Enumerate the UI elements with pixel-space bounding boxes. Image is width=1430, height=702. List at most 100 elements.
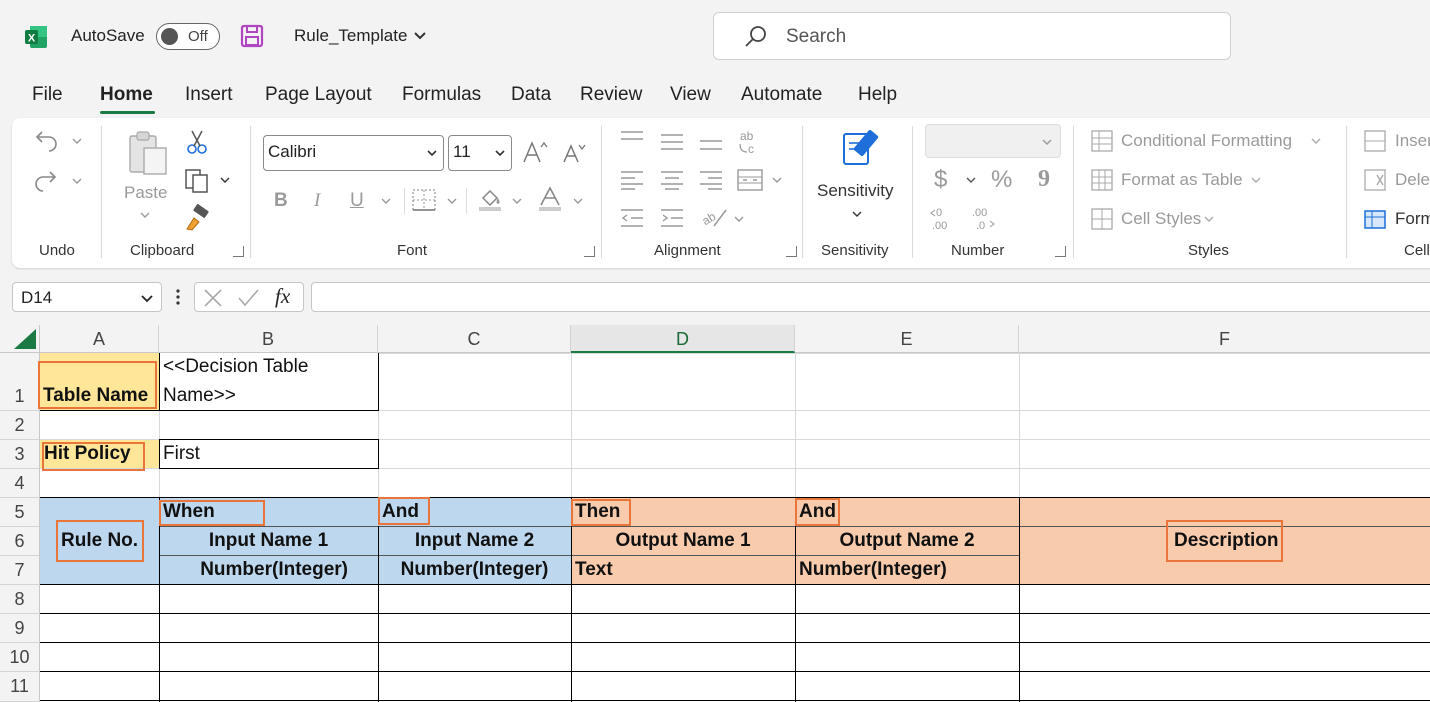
top-align-icon[interactable] — [620, 130, 644, 150]
redo-icon[interactable] — [34, 168, 60, 192]
tab-page-layout[interactable]: Page Layout — [265, 84, 372, 106]
cell-b1-line2[interactable]: Name>> — [163, 385, 236, 407]
column-header-f[interactable]: F — [1019, 325, 1430, 353]
sensitivity-dropdown-icon[interactable] — [852, 211, 862, 217]
cell-f5-description[interactable]: Description — [1174, 530, 1279, 552]
borders-icon[interactable] — [412, 189, 436, 211]
comma-style-button[interactable]: 9 — [1038, 166, 1050, 193]
alignment-launcher-icon[interactable] — [786, 246, 797, 257]
underline-dropdown-icon[interactable] — [381, 198, 391, 204]
column-header-c[interactable]: C — [378, 325, 571, 353]
row-header-7[interactable]: 7 — [0, 556, 40, 585]
sensitivity-button[interactable]: Sensitivity — [817, 181, 894, 201]
cell-c6[interactable]: Input Name 2 — [378, 530, 571, 552]
chevron-down-icon[interactable] — [1311, 138, 1321, 144]
cell-b1-line1[interactable]: <<Decision Table — [163, 356, 308, 378]
tab-formulas[interactable]: Formulas — [402, 84, 481, 106]
tab-automate[interactable]: Automate — [741, 84, 822, 106]
format-painter-icon[interactable] — [184, 204, 210, 231]
conditional-formatting-button[interactable]: Conditional Formatting — [1121, 131, 1292, 151]
row-header-1[interactable]: 1 — [0, 353, 40, 411]
undo-icon[interactable] — [34, 128, 60, 152]
wrap-text-icon[interactable]: ab — [700, 206, 728, 230]
column-header-a[interactable]: A — [40, 325, 159, 353]
cell-d7[interactable]: Text — [575, 559, 613, 581]
cell-c7[interactable]: Number(Integer) — [378, 559, 571, 581]
row-header-11[interactable]: 11 — [0, 672, 40, 702]
bold-button[interactable]: B — [274, 190, 288, 212]
bottom-align-icon[interactable] — [699, 130, 723, 150]
conditional-formatting-icon[interactable] — [1091, 130, 1113, 152]
cell-d6[interactable]: Output Name 1 — [571, 530, 795, 552]
row-header-10[interactable]: 10 — [0, 643, 40, 672]
copy-dropdown-icon[interactable] — [220, 177, 230, 183]
save-icon[interactable] — [240, 24, 264, 48]
cell-e7[interactable]: Number(Integer) — [799, 559, 947, 581]
tab-help[interactable]: Help — [858, 84, 897, 106]
font-color-dropdown-icon[interactable] — [573, 198, 583, 204]
cancel-icon[interactable] — [203, 288, 223, 308]
italic-button[interactable]: I — [314, 190, 320, 212]
row-header-3[interactable]: 3 — [0, 440, 40, 469]
number-format-select[interactable] — [925, 124, 1061, 158]
align-left-icon[interactable] — [620, 170, 644, 190]
paste-label[interactable]: Paste — [124, 183, 167, 203]
copy-icon[interactable] — [184, 168, 210, 194]
cell-a3[interactable]: Hit Policy — [44, 443, 131, 465]
font-color-icon[interactable] — [538, 186, 562, 212]
decrease-font-size-icon[interactable] — [562, 142, 586, 164]
tab-review[interactable]: Review — [580, 84, 642, 106]
wrap-dropdown-icon[interactable] — [734, 216, 744, 222]
format-as-table-button[interactable]: Format as Table — [1121, 170, 1243, 190]
orientation-icon[interactable]: ab c — [738, 128, 764, 156]
column-header-d[interactable]: D — [571, 325, 795, 353]
cell-styles-icon[interactable] — [1091, 208, 1113, 230]
fill-color-dropdown-icon[interactable] — [512, 198, 522, 204]
chevron-down-icon[interactable] — [1204, 216, 1214, 222]
increase-font-size-icon[interactable] — [522, 140, 548, 164]
font-launcher-icon[interactable] — [584, 246, 595, 257]
middle-align-icon[interactable] — [660, 130, 684, 150]
borders-dropdown-icon[interactable] — [447, 198, 457, 204]
decrease-indent-icon[interactable] — [620, 208, 644, 228]
merge-center-icon[interactable] — [737, 168, 763, 192]
align-center-icon[interactable] — [660, 170, 684, 190]
cell-e5-and[interactable]: And — [799, 501, 836, 523]
insert-function-button[interactable]: fx — [275, 284, 290, 309]
tab-view[interactable]: View — [670, 84, 711, 106]
number-launcher-icon[interactable] — [1055, 246, 1066, 257]
column-header-b[interactable]: B — [159, 325, 378, 353]
tab-insert[interactable]: Insert — [185, 84, 233, 106]
cell-e6[interactable]: Output Name 2 — [795, 530, 1019, 552]
font-family-select[interactable]: Calibri — [263, 135, 444, 171]
cell-a1[interactable]: Table Name — [43, 385, 148, 407]
cell-styles-button[interactable]: Cell Styles — [1121, 209, 1201, 229]
redo-dropdown-icon[interactable] — [72, 178, 82, 184]
fill-color-icon[interactable] — [477, 186, 503, 212]
file-name[interactable]: Rule_Template — [294, 26, 407, 46]
cell-c5-and[interactable]: And — [382, 501, 419, 523]
decrease-decimal-icon[interactable]: .00.0 — [970, 205, 998, 232]
undo-dropdown-icon[interactable] — [72, 138, 82, 144]
cell-b3[interactable]: First — [163, 443, 200, 465]
merge-dropdown-icon[interactable] — [772, 177, 782, 183]
tab-home[interactable]: Home — [100, 84, 153, 106]
more-options-icon[interactable] — [176, 288, 180, 306]
column-header-e[interactable]: E — [795, 325, 1019, 353]
increase-indent-icon[interactable] — [660, 208, 684, 228]
paste-dropdown-icon[interactable] — [140, 212, 150, 218]
format-as-table-icon[interactable] — [1091, 169, 1113, 191]
name-box[interactable]: D14 — [12, 282, 162, 312]
row-header-2[interactable]: 2 — [0, 411, 40, 440]
percent-button[interactable]: % — [991, 166, 1012, 194]
insert-cells-button[interactable]: Insert — [1395, 131, 1430, 151]
chevron-down-icon[interactable] — [414, 32, 426, 40]
clipboard-launcher-icon[interactable] — [233, 246, 244, 257]
row-header-9[interactable]: 9 — [0, 614, 40, 643]
cell-d5-then[interactable]: Then — [575, 501, 620, 523]
tab-data[interactable]: Data — [511, 84, 551, 106]
currency-button[interactable]: $ — [934, 166, 947, 194]
paste-icon[interactable] — [126, 130, 170, 178]
cell-b6[interactable]: Input Name 1 — [159, 530, 378, 552]
font-size-select[interactable]: 11 — [448, 135, 512, 171]
